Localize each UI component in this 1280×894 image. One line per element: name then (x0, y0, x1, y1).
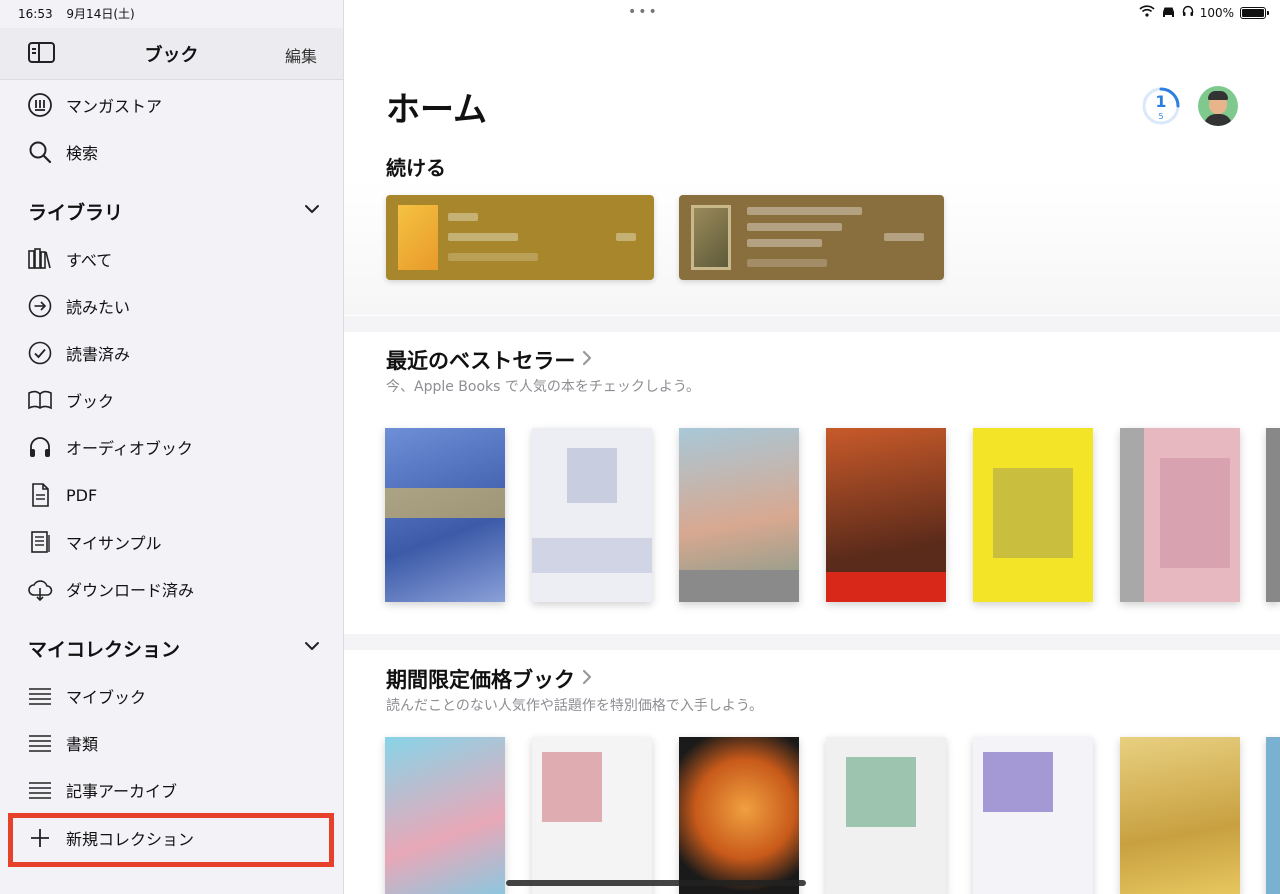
book-cover[interactable] (1120, 428, 1240, 602)
book-cover[interactable] (679, 428, 799, 602)
chevron-right-icon (581, 348, 593, 372)
chevron-right-icon (581, 667, 593, 691)
sidebar-item-downloaded[interactable]: ダウンロード済み (0, 569, 343, 609)
sidebar-item-label: ブック (66, 392, 115, 411)
home-indicator[interactable] (506, 880, 806, 886)
book-thumbnail (398, 205, 438, 270)
car-icon (1161, 5, 1176, 20)
status-time: 16:53 (18, 7, 53, 21)
sidebar-item-samples[interactable]: マイサンプル (0, 522, 343, 562)
books-icon (26, 245, 54, 273)
sidebar-item-label: ダウンロード済み (66, 581, 195, 600)
library-section-title: ライブラリ (28, 201, 124, 224)
page-title: ホーム (386, 90, 487, 130)
battery-percent: 100% (1199, 5, 1234, 20)
status-indicators: 100% (1139, 5, 1269, 20)
cloud-download-icon (26, 575, 54, 603)
limited-section-title[interactable]: 期間限定価格ブック (386, 664, 593, 694)
list-icon (26, 729, 54, 757)
battery-icon (1240, 6, 1269, 19)
headphones-status-icon (1182, 5, 1194, 20)
main-content: ••• 100% ホーム 1 5 続ける 最近のベストセラー 今、Apple B… (344, 0, 1280, 894)
highlight-annotation (8, 813, 334, 867)
sidebar-item-label: 読みたい (66, 298, 131, 317)
sidebar-item-documents[interactable]: 書類 (0, 723, 343, 763)
book-cover[interactable] (385, 428, 505, 602)
sidebar-item-search[interactable]: 検索 (0, 132, 343, 172)
reading-goal-ring[interactable]: 1 5 (1141, 86, 1181, 126)
sidebar-item-label: 読書済み (66, 345, 131, 364)
list-icon (26, 776, 54, 804)
status-time-date: 16:53 9月14日(土) (18, 5, 145, 22)
sidebar-item-label: PDF (66, 485, 98, 505)
book-thumbnail (691, 205, 731, 270)
sidebar-item-label: 記事アーカイブ (66, 782, 178, 801)
book-cover[interactable] (826, 428, 946, 602)
bestsellers-section-title[interactable]: 最近のベストセラー (386, 345, 593, 375)
check-circle-icon (26, 339, 54, 367)
collections-section-title: マイコレクション (28, 638, 181, 661)
sidebar-item-all[interactable]: すべて (0, 239, 343, 279)
open-book-icon (26, 386, 54, 414)
book-cover[interactable] (679, 737, 799, 894)
sidebar-item-article-archive[interactable]: 記事アーカイブ (0, 770, 343, 810)
sidebar-item-finished[interactable]: 読書済み (0, 333, 343, 373)
book-cover[interactable] (1266, 737, 1280, 894)
manga-store-icon (26, 91, 54, 119)
chevron-down-icon[interactable] (304, 200, 320, 222)
collections-section-header[interactable]: マイコレクション (28, 633, 320, 663)
chevron-down-icon[interactable] (304, 637, 320, 659)
book-cover[interactable] (1266, 428, 1280, 602)
sidebar-item-label: 検索 (66, 144, 99, 163)
edit-button[interactable]: 編集 (285, 43, 317, 67)
sidebar-item-pdf[interactable]: PDF (0, 475, 343, 515)
book-cover[interactable] (826, 737, 946, 894)
sidebar-item-manga-store[interactable]: マンガストア (0, 85, 343, 125)
limited-subtitle: 読んだことのない人気作や話題作を特別価格で入手しよう。 (386, 698, 764, 714)
avatar[interactable] (1198, 86, 1238, 126)
book-cover[interactable] (385, 737, 505, 894)
book-cover[interactable] (1120, 737, 1240, 894)
sidebar-item-label: マイサンプル (66, 534, 162, 553)
list-icon (26, 682, 54, 710)
continue-card[interactable] (386, 195, 654, 280)
book-cover[interactable] (973, 737, 1093, 894)
sidebar-item-my-books[interactable]: マイブック (0, 676, 343, 716)
book-cover[interactable] (973, 428, 1093, 602)
sidebar-item-label: オーディオブック (66, 439, 193, 458)
book-cover[interactable] (532, 737, 652, 894)
sidebar-item-label: マンガストア (66, 97, 163, 116)
sidebar-item-label: すべて (66, 251, 113, 270)
library-section-header[interactable]: ライブラリ (28, 196, 320, 226)
continue-card[interactable] (679, 195, 944, 280)
sidebar-header: ブック 編集 (0, 28, 343, 80)
continue-section-title: 続ける (386, 156, 446, 180)
sidebar-item-books[interactable]: ブック (0, 380, 343, 420)
book-cover[interactable] (532, 428, 652, 602)
reading-goal-sub: 5 (1158, 112, 1164, 121)
headphones-icon (26, 433, 54, 461)
bestsellers-subtitle: 今、Apple Books で人気の本をチェックしよう。 (386, 379, 701, 395)
sample-icon (26, 528, 54, 556)
status-date: 9月14日(土) (66, 7, 135, 21)
sidebar: 16:53 9月14日(土) ブック 編集 マンガストア 検索 ライブラリ すべ… (0, 0, 344, 894)
document-icon (26, 481, 54, 509)
wifi-icon (1139, 5, 1155, 20)
sidebar-item-audiobooks[interactable]: オーディオブック (0, 427, 343, 467)
sidebar-item-label: 書類 (66, 735, 99, 754)
search-icon (26, 138, 54, 166)
arrow-circle-icon (26, 292, 54, 320)
sidebar-item-want-to-read[interactable]: 読みたい (0, 286, 343, 326)
multitask-dots-icon[interactable]: ••• (628, 4, 659, 20)
sidebar-item-label: マイブック (66, 688, 147, 707)
reading-goal-value: 1 (1155, 92, 1167, 111)
